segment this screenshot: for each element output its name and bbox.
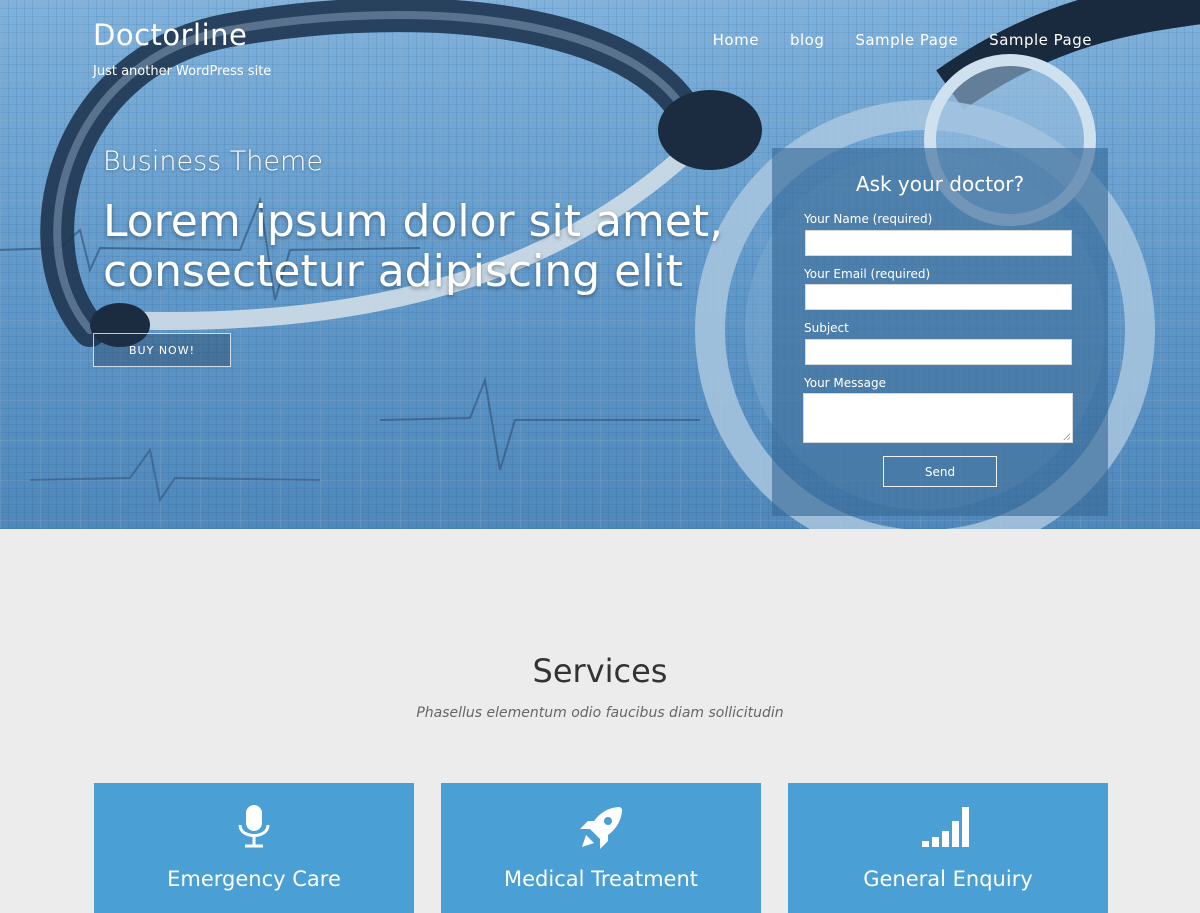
service-title: Emergency Care: [167, 867, 341, 891]
services-subtitle: Phasellus elementum odio faucibus diam s…: [416, 705, 784, 721]
nav-item-blog[interactable]: blog: [790, 31, 824, 49]
services-section: Services Phasellus elementum odio faucib…: [0, 529, 1200, 913]
message-textarea[interactable]: [803, 393, 1073, 443]
send-button[interactable]: Send: [883, 456, 997, 487]
service-title: General Enquiry: [863, 867, 1033, 891]
services-title: Services: [532, 652, 668, 690]
email-label: Your Email (required): [804, 267, 931, 281]
nav-item-sample-page-1[interactable]: Sample Page: [855, 31, 958, 49]
site-branding: Doctorline Just another WordPress site: [93, 18, 271, 79]
name-field[interactable]: [805, 230, 1072, 256]
email-field[interactable]: [805, 284, 1072, 310]
contact-form: Ask your doctor? Your Name (required) Yo…: [772, 148, 1108, 516]
form-title: Ask your doctor?: [855, 172, 1025, 196]
name-label: Your Name (required): [804, 212, 933, 226]
hero-text: Business Theme Lorem ipsum dolor sit ame…: [103, 146, 763, 297]
subject-label: Subject: [804, 321, 849, 335]
hero-eyebrow: Business Theme: [103, 146, 323, 177]
message-label: Your Message: [804, 376, 887, 390]
hero-headline: Lorem ipsum dolor sit amet, consectetur …: [103, 196, 724, 297]
buy-now-button[interactable]: BUY NOW!: [93, 333, 231, 367]
rocket-icon: [441, 803, 761, 853]
resize-handle-icon[interactable]: [1063, 433, 1070, 440]
nav-item-sample-page-2[interactable]: Sample Page: [989, 31, 1092, 49]
hero-section: Doctorline Just another WordPress site H…: [0, 0, 1200, 529]
main-navigation: Home blog Sample Page Sample Page: [713, 31, 1092, 49]
service-title: Medical Treatment: [504, 867, 698, 891]
site-title[interactable]: Doctorline: [93, 18, 271, 52]
service-card-medical-treatment[interactable]: Medical Treatment: [441, 783, 761, 913]
service-card-emergency-care[interactable]: Emergency Care: [94, 783, 414, 913]
nav-item-home[interactable]: Home: [713, 31, 759, 49]
service-card-general-enquiry[interactable]: General Enquiry: [788, 783, 1108, 913]
site-tagline: Just another WordPress site: [93, 64, 272, 79]
subject-field[interactable]: [805, 339, 1072, 365]
signal-bars-icon: [788, 803, 1108, 853]
microphone-icon: [94, 803, 414, 853]
